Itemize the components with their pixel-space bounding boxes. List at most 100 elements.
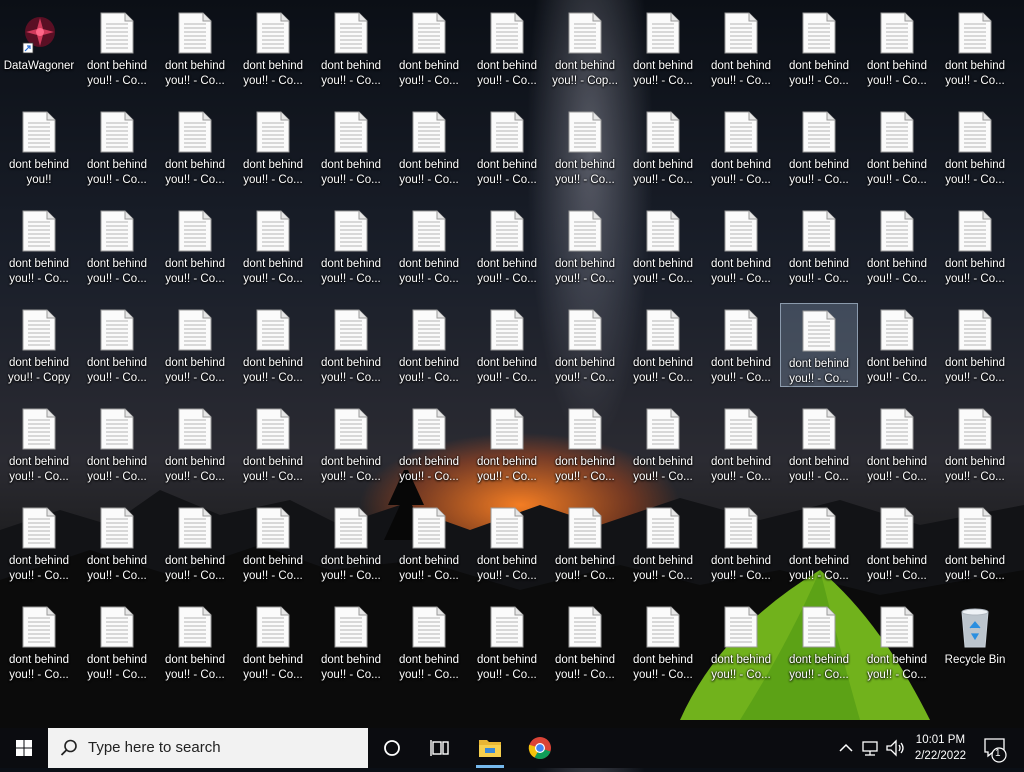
desktop-file-icon[interactable]: dont behind you!! - Co...: [156, 6, 234, 90]
desktop-file-icon[interactable]: dont behind you!! - Co...: [546, 600, 624, 684]
desktop-file-icon[interactable]: dont behind you!! - Co...: [156, 204, 234, 288]
desktop-file-icon[interactable]: dont behind you!! - Co...: [468, 204, 546, 288]
desktop-file-icon[interactable]: dont behind you!! - Co...: [780, 6, 858, 90]
chevron-up-icon[interactable]: [836, 740, 856, 756]
desktop-file-icon[interactable]: dont behind you!! - Co...: [234, 6, 312, 90]
desktop-file-icon[interactable]: dont behind you!! - Co...: [156, 303, 234, 387]
desktop-file-icon[interactable]: dont behind you!! - Co...: [234, 204, 312, 288]
desktop-file-icon[interactable]: dont behind you!! - Co...: [468, 105, 546, 189]
desktop-file-icon[interactable]: dont behind you!! - Co...: [858, 402, 936, 486]
desktop-file-icon[interactable]: dont behind you!! - Co...: [468, 501, 546, 585]
desktop-file-icon[interactable]: dont behind you!! - Co...: [624, 105, 702, 189]
desktop-file-icon[interactable]: dont behind you!! - Co...: [0, 501, 78, 585]
desktop-file-icon[interactable]: dont behind you!! - Co...: [234, 402, 312, 486]
desktop-file-icon[interactable]: dont behind you!! - Co...: [468, 402, 546, 486]
desktop-file-icon[interactable]: dont behind you!! - Co...: [390, 402, 468, 486]
desktop-file-icon[interactable]: dont behind you!! - Co...: [156, 402, 234, 486]
desktop-file-icon[interactable]: dont behind you!! - Co...: [546, 303, 624, 387]
desktop-file-icon[interactable]: dont behind you!! - Co...: [390, 501, 468, 585]
desktop-file-icon[interactable]: dont behind you!! - Co...: [546, 105, 624, 189]
desktop-file-icon[interactable]: dont behind you!! - Co...: [0, 402, 78, 486]
desktop-file-icon[interactable]: dont behind you!! - Co...: [234, 501, 312, 585]
desktop-file-icon[interactable]: dont behind you!! - Co...: [78, 501, 156, 585]
desktop-file-icon[interactable]: dont behind you!! - Co...: [858, 600, 936, 684]
desktop-file-icon[interactable]: dont behind you!! - Co...: [780, 402, 858, 486]
desktop-file-icon[interactable]: dont behind you!! - Co...: [702, 204, 780, 288]
desktop-file-icon[interactable]: dont behind you!! - Co...: [390, 204, 468, 288]
desktop-file-icon[interactable]: dont behind you!! - Co...: [312, 600, 390, 684]
desktop-file-icon[interactable]: dont behind you!! - Co...: [780, 600, 858, 684]
task-view-button[interactable]: [416, 728, 464, 768]
desktop-file-icon[interactable]: dont behind you!! - Co...: [702, 105, 780, 189]
desktop-file-icon[interactable]: dont behind you!! - Co...: [312, 303, 390, 387]
desktop-file-icon[interactable]: dont behind you!! - Co...: [858, 501, 936, 585]
desktop-file-icon[interactable]: dont behind you!! - Copy: [0, 303, 78, 387]
desktop-file-icon[interactable]: dont behind you!! - Co...: [0, 204, 78, 288]
desktop-file-icon[interactable]: dont behind you!! - Co...: [468, 303, 546, 387]
desktop-file-icon[interactable]: dont behind you!! - Co...: [936, 204, 1014, 288]
clock[interactable]: 10:01 PM 2/22/2022: [915, 732, 966, 764]
desktop-file-icon[interactable]: dont behind you!!: [0, 105, 78, 189]
desktop-file-icon[interactable]: dont behind you!! - Co...: [234, 600, 312, 684]
desktop-file-icon[interactable]: dont behind you!! - Co...: [78, 600, 156, 684]
desktop[interactable]: DataWagoner dont behind you!! - Co... dont …: [0, 0, 1024, 720]
desktop-file-icon[interactable]: dont behind you!! - Co...: [780, 105, 858, 189]
desktop-file-icon[interactable]: dont behind you!! - Co...: [78, 402, 156, 486]
network-icon[interactable]: [860, 738, 882, 758]
desktop-file-icon[interactable]: dont behind you!! - Co...: [624, 6, 702, 90]
desktop-file-icon[interactable]: dont behind you!! - Co...: [390, 303, 468, 387]
desktop-file-icon[interactable]: dont behind you!! - Co...: [624, 402, 702, 486]
desktop-file-icon[interactable]: dont behind you!! - Co...: [312, 105, 390, 189]
desktop-file-icon[interactable]: dont behind you!! - Co...: [858, 6, 936, 90]
desktop-file-icon[interactable]: dont behind you!! - Co...: [312, 204, 390, 288]
desktop-file-icon[interactable]: dont behind you!! - Co...: [936, 501, 1014, 585]
desktop-file-icon[interactable]: dont behind you!! - Co...: [78, 303, 156, 387]
desktop-file-icon[interactable]: dont behind you!! - Co...: [312, 6, 390, 90]
desktop-file-icon[interactable]: dont behind you!! - Cop...: [546, 6, 624, 90]
desktop-file-icon[interactable]: dont behind you!! - Co...: [468, 600, 546, 684]
desktop-file-icon[interactable]: dont behind you!! - Co...: [234, 303, 312, 387]
search-box[interactable]: Type here to search: [48, 728, 368, 768]
desktop-file-icon[interactable]: dont behind you!! - Co...: [702, 6, 780, 90]
desktop-file-icon[interactable]: dont behind you!! - Co...: [702, 402, 780, 486]
desktop-file-icon[interactable]: dont behind you!! - Co...: [702, 501, 780, 585]
desktop-file-icon[interactable]: dont behind you!! - Co...: [780, 204, 858, 288]
desktop-file-icon[interactable]: dont behind you!! - Co...: [936, 402, 1014, 486]
desktop-file-icon[interactable]: dont behind you!! - Co...: [312, 402, 390, 486]
desktop-file-icon[interactable]: dont behind you!! - Co...: [936, 303, 1014, 387]
desktop-file-icon[interactable]: dont behind you!! - Co...: [780, 501, 858, 585]
desktop-file-icon[interactable]: dont behind you!! - Co...: [78, 204, 156, 288]
chrome-button[interactable]: [516, 728, 564, 768]
desktop-file-icon[interactable]: dont behind you!! - Co...: [702, 303, 780, 387]
desktop-file-icon[interactable]: dont behind you!! - Co...: [858, 105, 936, 189]
desktop-file-icon[interactable]: dont behind you!! - Co...: [624, 501, 702, 585]
desktop-file-icon[interactable]: dont behind you!! - Co...: [390, 6, 468, 90]
start-button[interactable]: [0, 728, 48, 768]
volume-icon[interactable]: [884, 738, 906, 758]
desktop-file-icon[interactable]: dont behind you!! - Co...: [546, 204, 624, 288]
desktop-file-icon[interactable]: dont behind you!! - Co...: [78, 105, 156, 189]
desktop-file-icon[interactable]: dont behind you!! - Co...: [546, 501, 624, 585]
desktop-file-icon[interactable]: dont behind you!! - Co...: [0, 600, 78, 684]
desktop-file-icon[interactable]: dont behind you!! - Co...: [936, 105, 1014, 189]
desktop-file-icon[interactable]: dont behind you!! - Co...: [390, 600, 468, 684]
desktop-file-icon[interactable]: dont behind you!! - Co...: [624, 303, 702, 387]
desktop-file-icon[interactable]: dont behind you!! - Co...: [702, 600, 780, 684]
file-explorer-button[interactable]: [466, 728, 514, 768]
desktop-file-icon[interactable]: dont behind you!! - Co...: [468, 6, 546, 90]
desktop-file-icon[interactable]: dont behind you!! - Co...: [312, 501, 390, 585]
desktop-file-icon[interactable]: dont behind you!! - Co...: [780, 303, 858, 387]
desktop-file-icon[interactable]: dont behind you!! - Co...: [156, 600, 234, 684]
cortana-button[interactable]: [368, 728, 416, 768]
notification-button[interactable]: 1: [980, 728, 1024, 768]
desktop-file-icon[interactable]: dont behind you!! - Co...: [858, 303, 936, 387]
desktop-file-icon[interactable]: dont behind you!! - Co...: [78, 6, 156, 90]
desktop-file-icon[interactable]: dont behind you!! - Co...: [624, 600, 702, 684]
recycle-bin[interactable]: Recycle Bin: [936, 600, 1014, 684]
desktop-file-icon[interactable]: dont behind you!! - Co...: [858, 204, 936, 288]
desktop-file-icon[interactable]: dont behind you!! - Co...: [546, 402, 624, 486]
desktop-file-icon[interactable]: dont behind you!! - Co...: [156, 501, 234, 585]
desktop-file-icon[interactable]: dont behind you!! - Co...: [156, 105, 234, 189]
desktop-file-icon[interactable]: dont behind you!! - Co...: [936, 6, 1014, 90]
desktop-file-icon[interactable]: dont behind you!! - Co...: [234, 105, 312, 189]
